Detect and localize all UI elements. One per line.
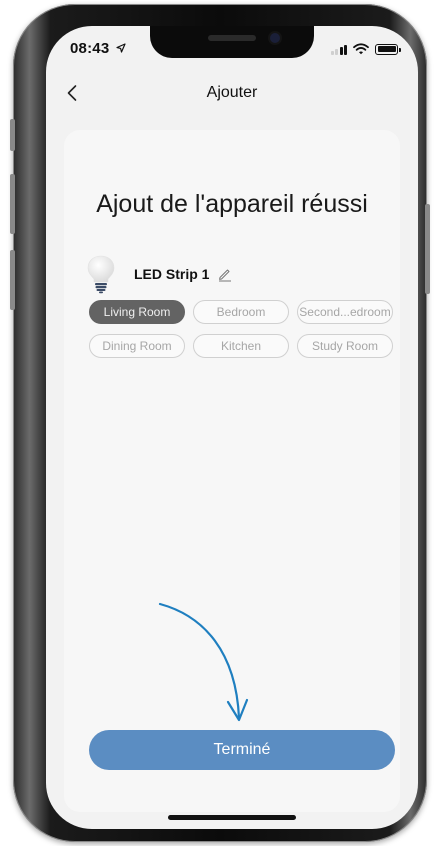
battery-icon bbox=[375, 43, 401, 55]
content-card: Ajout de l'appareil réussi LED Strip 1 L… bbox=[64, 130, 400, 812]
camera bbox=[270, 33, 280, 43]
screen: 08:43 Ajouter Ajout de l'appareil réussi… bbox=[46, 26, 418, 829]
room-row: Living Room Bedroom Second...edroom bbox=[89, 300, 399, 324]
room-chip-second-bedroom[interactable]: Second...edroom bbox=[297, 300, 393, 324]
location-arrow-icon bbox=[116, 43, 126, 53]
phone-frame: 08:43 Ajouter Ajout de l'appareil réussi… bbox=[10, 4, 430, 842]
cellular-signal-icon bbox=[330, 44, 347, 55]
curved-arrow-icon bbox=[158, 602, 249, 722]
room-selector: Living Room Bedroom Second...edroom Dini… bbox=[89, 300, 399, 368]
home-indicator[interactable] bbox=[168, 815, 296, 820]
light-bulb-icon bbox=[87, 255, 115, 294]
nav-bar: Ajouter bbox=[46, 72, 418, 116]
status-time-text: 08:43 bbox=[70, 40, 110, 57]
room-chip-living-room[interactable]: Living Room bbox=[89, 300, 185, 324]
notch bbox=[150, 26, 314, 58]
room-chip-dining-room[interactable]: Dining Room bbox=[89, 334, 185, 358]
ring-switch bbox=[10, 119, 15, 151]
done-button[interactable]: Terminé bbox=[89, 730, 395, 770]
volume-up-button bbox=[10, 174, 15, 234]
success-headline: Ajout de l'appareil réussi bbox=[96, 190, 368, 218]
status-time: 08:43 bbox=[70, 40, 126, 57]
device-row: LED Strip 1 bbox=[86, 254, 233, 294]
room-row: Dining Room Kitchen Study Room bbox=[89, 334, 399, 358]
power-button bbox=[425, 204, 430, 294]
room-chip-bedroom[interactable]: Bedroom bbox=[193, 300, 289, 324]
pencil-icon[interactable] bbox=[217, 266, 233, 282]
room-chip-study-room[interactable]: Study Room bbox=[297, 334, 393, 358]
device-name: LED Strip 1 bbox=[134, 266, 210, 282]
wifi-icon bbox=[353, 43, 369, 55]
volume-down-button bbox=[10, 250, 15, 310]
status-icons bbox=[330, 43, 401, 55]
speaker bbox=[208, 35, 256, 41]
page-title: Ajouter bbox=[206, 84, 258, 101]
room-chip-kitchen[interactable]: Kitchen bbox=[193, 334, 289, 358]
